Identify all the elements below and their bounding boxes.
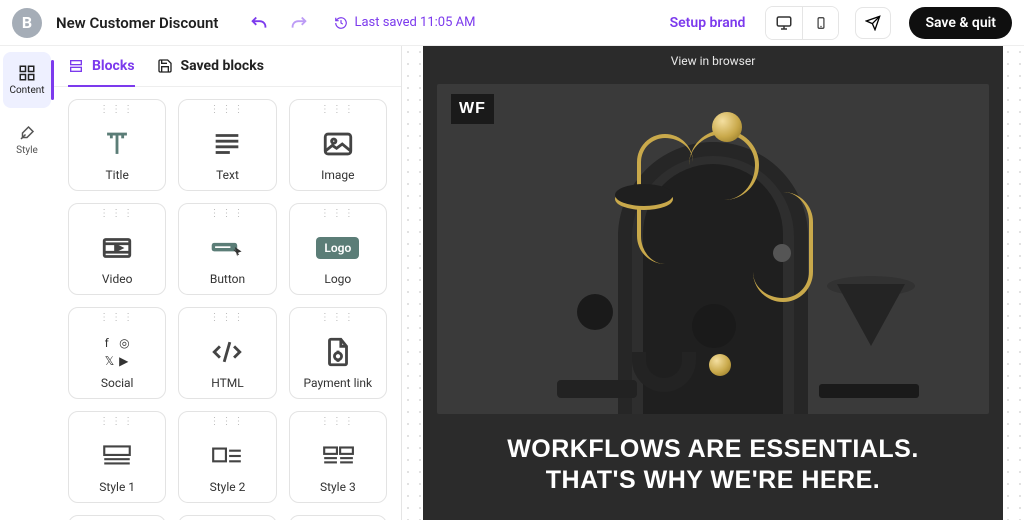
- tab-blocks[interactable]: Blocks: [68, 58, 135, 74]
- title-block-icon: [100, 120, 134, 168]
- tab-saved-blocks-label: Saved blocks: [181, 58, 264, 74]
- desktop-preview-button[interactable]: [766, 7, 802, 39]
- drag-handle-icon: ⋮⋮⋮: [99, 210, 135, 218]
- twitter-icon: 𝕏: [105, 354, 115, 368]
- style-icon: [18, 124, 36, 142]
- email-headline[interactable]: WORKFLOWS ARE ESSENTIALS. THAT'S WHY WE'…: [423, 414, 1003, 497]
- drag-handle-icon: ⋮⋮⋮: [99, 418, 135, 426]
- block-html[interactable]: ⋮⋮⋮ HTML: [178, 307, 276, 399]
- video-block-icon: [100, 224, 134, 272]
- hero-abstract-art: [437, 84, 989, 414]
- history-icon: [334, 16, 348, 30]
- block-video[interactable]: ⋮⋮⋮ Video: [68, 203, 166, 295]
- brand-avatar: B: [12, 8, 42, 38]
- rail-style-label: Style: [16, 145, 38, 156]
- layout-3-icon: [321, 432, 355, 480]
- block-social[interactable]: ⋮⋮⋮ f ◎ 𝕏 ▶ Social: [68, 307, 166, 399]
- instagram-icon: ◎: [119, 336, 129, 350]
- top-bar: B New Customer Discount Last saved 11:05…: [0, 0, 1024, 46]
- panel-tabs: Blocks Saved blocks: [54, 46, 401, 87]
- last-saved-indicator: Last saved 11:05 AM: [334, 15, 475, 30]
- drag-handle-icon: ⋮⋮⋮: [320, 106, 356, 114]
- headline-line-2: THAT'S WHY WE'RE HERE.: [443, 465, 983, 496]
- drag-handle-icon: ⋮⋮⋮: [320, 210, 356, 218]
- block-image[interactable]: ⋮⋮⋮ Image: [289, 99, 387, 191]
- html-block-icon: [210, 328, 244, 376]
- block-label: Payment link: [304, 376, 373, 398]
- logo-block-icon: Logo: [316, 224, 359, 272]
- desktop-icon: [775, 14, 793, 32]
- tab-saved-blocks[interactable]: Saved blocks: [157, 58, 264, 74]
- block-label: Image: [321, 168, 354, 190]
- block-style-1[interactable]: ⋮⋮⋮ Style 1: [68, 411, 166, 503]
- save-and-quit-button[interactable]: Save & quit: [909, 7, 1012, 39]
- block-more-2[interactable]: ⋮⋮⋮: [178, 515, 276, 520]
- drag-handle-icon: ⋮⋮⋮: [209, 314, 245, 322]
- drag-handle-icon: ⋮⋮⋮: [99, 106, 135, 114]
- tab-blocks-label: Blocks: [92, 58, 135, 74]
- drag-handle-icon: ⋮⋮⋮: [320, 314, 356, 322]
- save-icon: [157, 58, 173, 74]
- grid-icon: [18, 64, 36, 82]
- editor-canvas[interactable]: View in browser WF: [402, 46, 1024, 520]
- redo-button[interactable]: [288, 12, 310, 34]
- layout-2-icon: [210, 432, 244, 480]
- drag-handle-icon: ⋮⋮⋮: [99, 314, 135, 322]
- youtube-icon: ▶: [119, 354, 129, 368]
- main-area: Content Style Blocks Saved blocks: [0, 46, 1024, 520]
- mobile-preview-button[interactable]: [802, 7, 838, 39]
- block-more-3[interactable]: ⋮⋮⋮: [289, 515, 387, 520]
- block-payment-link[interactable]: ⋮⋮⋮ Payment link: [289, 307, 387, 399]
- layout-1-icon: [100, 432, 134, 480]
- mobile-icon: [814, 14, 828, 32]
- device-preview-group: [765, 6, 839, 40]
- block-label: Style 2: [210, 480, 246, 502]
- block-style-2[interactable]: ⋮⋮⋮ Style 2: [178, 411, 276, 503]
- setup-brand-link[interactable]: Setup brand: [670, 15, 746, 31]
- blocks-panel: Blocks Saved blocks ⋮⋮⋮ Title ⋮⋮⋮ T: [54, 46, 402, 520]
- drag-handle-icon: ⋮⋮⋮: [320, 418, 356, 426]
- text-block-icon: [210, 120, 244, 168]
- social-block-icon: f ◎ 𝕏 ▶: [105, 328, 130, 376]
- send-test-button[interactable]: [855, 7, 891, 39]
- blocks-grid: ⋮⋮⋮ Title ⋮⋮⋮ Text ⋮⋮⋮ Image ⋮⋮⋮ Video: [54, 87, 401, 520]
- image-block-icon: [321, 120, 355, 168]
- block-label: Style 3: [320, 480, 356, 502]
- block-label: HTML: [211, 376, 244, 398]
- block-more-1[interactable]: ⋮⋮⋮: [68, 515, 166, 520]
- undo-button[interactable]: [248, 12, 270, 34]
- brand-logo: WF: [451, 94, 494, 124]
- rail-style-tab[interactable]: Style: [3, 112, 51, 168]
- block-text[interactable]: ⋮⋮⋮ Text: [178, 99, 276, 191]
- block-style-3[interactable]: ⋮⋮⋮ Style 3: [289, 411, 387, 503]
- block-title[interactable]: ⋮⋮⋮ Title: [68, 99, 166, 191]
- button-block-icon: [210, 224, 244, 272]
- block-label: Text: [216, 168, 239, 190]
- left-rail: Content Style: [0, 46, 54, 520]
- block-label: Style 1: [99, 480, 135, 502]
- block-logo[interactable]: ⋮⋮⋮ Logo Logo: [289, 203, 387, 295]
- send-icon: [865, 15, 881, 31]
- rail-content-label: Content: [9, 85, 44, 96]
- payment-link-block-icon: [321, 328, 355, 376]
- drag-handle-icon: ⋮⋮⋮: [209, 106, 245, 114]
- drag-handle-icon: ⋮⋮⋮: [209, 210, 245, 218]
- block-label: Video: [102, 272, 133, 294]
- block-label: Title: [106, 168, 129, 190]
- block-button[interactable]: ⋮⋮⋮ Button: [178, 203, 276, 295]
- block-label: Logo: [324, 272, 351, 294]
- headline-line-1: WORKFLOWS ARE ESSENTIALS.: [443, 434, 983, 465]
- last-saved-text: Last saved 11:05 AM: [354, 15, 475, 30]
- block-label: Social: [101, 376, 134, 398]
- facebook-icon: f: [105, 336, 115, 350]
- hero-image-block[interactable]: WF: [437, 84, 989, 414]
- blocks-icon: [68, 58, 84, 74]
- document-title: New Customer Discount: [56, 14, 218, 32]
- rail-content-tab[interactable]: Content: [3, 52, 51, 108]
- email-preview[interactable]: View in browser WF: [423, 46, 1003, 520]
- block-label: Button: [210, 272, 245, 294]
- drag-handle-icon: ⋮⋮⋮: [209, 418, 245, 426]
- view-in-browser-link[interactable]: View in browser: [423, 46, 1003, 76]
